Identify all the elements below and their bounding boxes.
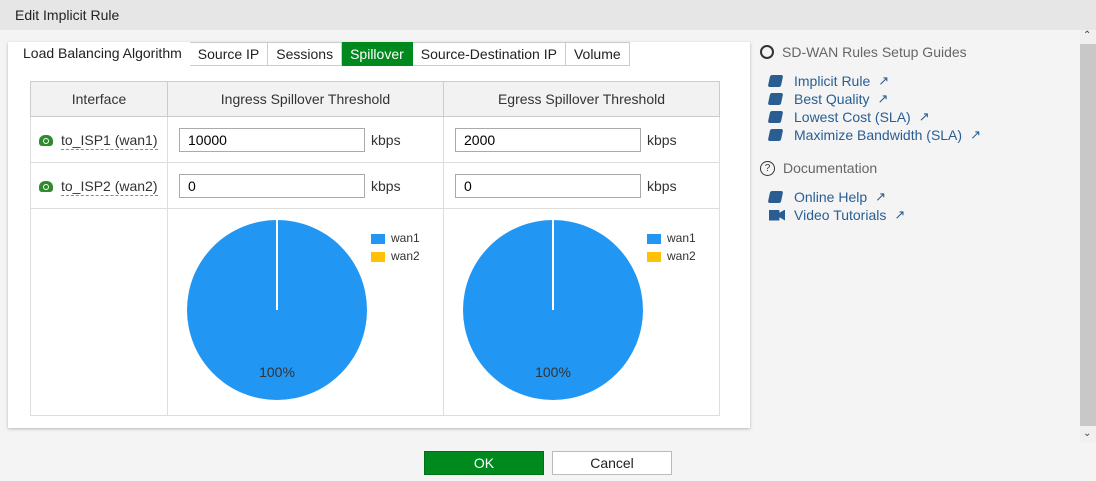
external-link-icon: ↗ [894,207,906,222]
cloud-icon [39,181,53,193]
ingress-pie-chart: 100% wan1 wan2 [167,208,444,416]
link-label: Lowest Cost (SLA) [794,109,911,125]
guide-link-best-quality[interactable]: Best Quality ↗ [767,90,1070,108]
legend-swatch-wan1 [371,233,385,244]
scroll-down-icon[interactable]: ⌄ [1083,428,1091,439]
header-ingress: Ingress Spillover Threshold [167,81,444,117]
guides-title: SD-WAN Rules Setup Guides [782,44,967,60]
doc-link-online-help[interactable]: Online Help ↗ [767,188,1070,206]
legend-swatch-wan1 [647,233,661,244]
book-icon [767,191,784,203]
table-row: to_ISP1 (wan1) kbps kbps [30,116,720,163]
legend-label: wan1 [667,231,696,245]
help-circle-icon: ? [760,160,775,176]
chart-legend: wan1 wan2 [647,229,696,265]
link-label: Best Quality [794,91,870,107]
book-icon [767,75,784,87]
algorithm-tabs: Load Balancing Algorithm Source IP Sessi… [22,42,630,66]
guide-link-maximize-bandwidth[interactable]: Maximize Bandwidth (SLA) ↗ [767,126,1070,144]
pie-percent-label: 100% [535,364,571,380]
legend-label: wan1 [391,231,420,245]
external-link-icon: ↗ [918,109,930,124]
main-panel: Load Balancing Algorithm Source IP Sessi… [8,42,750,428]
cloud-icon [39,135,53,147]
help-sidebar: SD-WAN Rules Setup Guides Implicit Rule ↗… [760,44,1070,240]
tabs-label: Load Balancing Algorithm [23,45,182,61]
header-interface: Interface [30,81,168,117]
sdwan-icon [760,45,774,59]
documentation-title: Documentation [783,160,878,176]
book-icon [767,129,784,141]
legend-swatch-wan2 [371,251,385,262]
spillover-table: Interface Ingress Spillover Threshold Eg… [30,81,720,416]
book-icon [767,111,784,123]
link-label: Online Help [794,189,868,205]
cancel-button[interactable]: Cancel [552,451,672,475]
link-label: Maximize Bandwidth (SLA) [794,127,963,143]
unit-label: kbps [647,131,677,148]
tab-source-ip[interactable]: Source IP [189,42,269,66]
header-egress: Egress Spillover Threshold [443,81,720,117]
interface-link[interactable]: to_ISP2 (wan2) [61,177,158,196]
ingress-threshold-input[interactable] [179,173,365,198]
unit-label: kbps [371,177,401,194]
tab-source-destination-ip[interactable]: Source-Destination IP [412,42,566,66]
unit-label: kbps [647,177,677,194]
tab-volume[interactable]: Volume [565,42,630,66]
scroll-up-icon[interactable]: ⌃ [1083,30,1091,41]
tab-spillover[interactable]: Spillover [342,42,413,66]
external-link-icon: ↗ [878,73,890,88]
external-link-icon: ↗ [877,91,889,106]
external-link-icon: ↗ [970,127,981,142]
link-label: Video Tutorials [794,207,887,223]
pie-percent-label: 100% [259,364,295,380]
scrollbar-thumb[interactable] [1080,44,1096,426]
link-label: Implicit Rule [794,73,871,89]
egress-pie-chart: 100% wan1 wan2 [443,208,720,416]
egress-threshold-input[interactable] [455,127,641,152]
chart-legend: wan1 wan2 [371,229,420,265]
legend-label: wan2 [391,249,420,263]
egress-threshold-input[interactable] [455,173,641,198]
interface-link[interactable]: to_ISP1 (wan1) [61,131,158,150]
book-icon [767,93,784,105]
tab-sessions[interactable]: Sessions [268,42,343,66]
guide-link-implicit-rule[interactable]: Implicit Rule ↗ [767,72,1070,90]
ingress-threshold-input[interactable] [179,127,365,152]
doc-link-video-tutorials[interactable]: Video Tutorials ↗ [769,206,1070,224]
external-link-icon: ↗ [875,189,887,204]
scrollbar[interactable]: ⌃ ⌄ [1080,30,1096,443]
table-row: to_ISP2 (wan2) kbps kbps [30,162,720,209]
video-camera-icon [769,209,785,221]
unit-label: kbps [371,131,401,148]
dialog-title: Edit Implicit Rule [0,0,1096,30]
legend-label: wan2 [667,249,696,263]
legend-swatch-wan2 [647,251,661,262]
guide-link-lowest-cost[interactable]: Lowest Cost (SLA) ↗ [767,108,1070,126]
ok-button[interactable]: OK [424,451,544,475]
